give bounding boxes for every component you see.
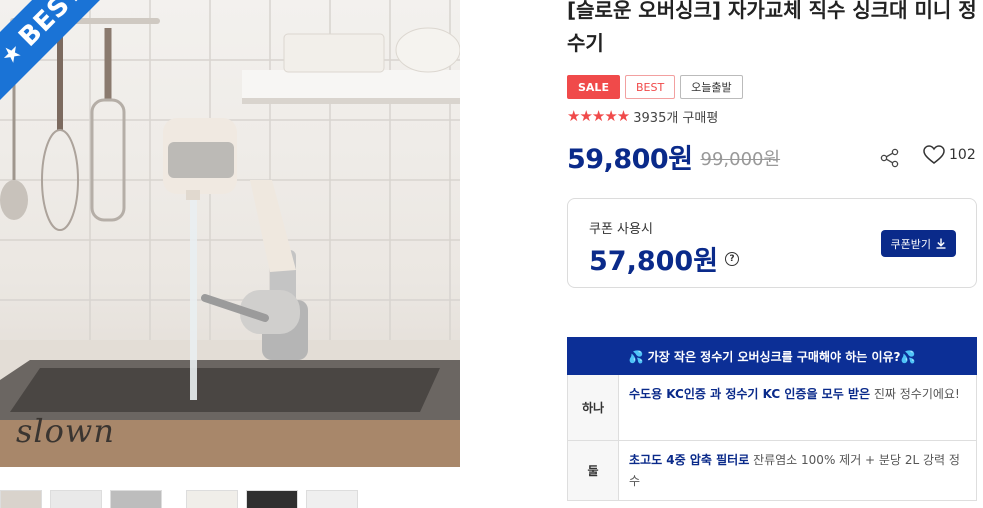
product-info: [슬로운 오버싱크] 자가교체 직수 싱크대 미니 정수기 SALE BEST …: [567, 0, 977, 501]
reason-row: 하나 수도용 KC인증 과 정수기 KC 인증을 모두 받은 진짜 정수기에요!: [567, 375, 977, 441]
reason-text: 수도용 KC인증 과 정수기 KC 인증을 모두 받은 진짜 정수기에요!: [619, 375, 976, 440]
reason-highlight: 수도용 KC인증 과 정수기 KC 인증을 모두 받은: [629, 387, 871, 401]
coupon-price: 57,800원: [589, 246, 719, 277]
coupon-label: 쿠폰 사용시: [589, 222, 653, 237]
thumbnail[interactable]: [186, 490, 238, 508]
download-icon: [936, 238, 946, 249]
thumbnail[interactable]: [0, 490, 42, 508]
sale-price: 59,800원: [567, 143, 693, 175]
same-day-shipping-badge: 오늘출발: [680, 75, 743, 99]
heart-icon: [923, 145, 945, 164]
reason-highlight: 초고도 4중 압축 필터로: [629, 453, 750, 467]
product-image[interactable]: ★ BEST slown: [0, 0, 460, 467]
thumbnail[interactable]: [306, 490, 358, 508]
product-photo-illustration: [0, 0, 460, 467]
thumbnail[interactable]: [246, 490, 298, 508]
reason-text: 초고도 4중 압축 필터로 잔류염소 100% 제거 + 분당 2L 강력 정수: [619, 441, 976, 500]
rating-stars-icon: ★★★★★: [567, 107, 630, 125]
product-title: [슬로운 오버싱크] 자가교체 직수 싱크대 미니 정수기: [567, 0, 977, 55]
help-icon[interactable]: ?: [725, 251, 740, 266]
thumbnail[interactable]: [50, 490, 102, 508]
price-row: 59,800원 99,000원 102: [567, 139, 977, 175]
reasons-header: 💦 가장 작은 정수기 오버싱크를 구매해야 하는 이유?💦: [567, 337, 977, 375]
thumbnail[interactable]: [110, 490, 162, 508]
thumbnail-strip: [0, 490, 358, 508]
coupon-box: 쿠폰 사용시 57,800원 ? 쿠폰받기: [567, 198, 977, 288]
coupon-price-wrap: 57,800원 ?: [589, 239, 740, 278]
brand-watermark: slown: [16, 412, 115, 450]
review-count: 3935개 구매평: [633, 110, 719, 126]
original-price: 99,000원: [700, 148, 781, 170]
reason-rest: 진짜 정수기에요!: [870, 387, 960, 401]
like-button[interactable]: 102: [923, 145, 976, 165]
share-icon[interactable]: [879, 147, 901, 169]
product-detail-page: ★ BEST slown [슬로운 오버싱크] 자가교체 직수 싱크대 미니 정…: [0, 0, 983, 508]
sale-badge: SALE: [567, 75, 620, 99]
get-coupon-label: 쿠폰받기: [890, 238, 931, 251]
reason-row: 둘 초고도 4중 압축 필터로 잔류염소 100% 제거 + 분당 2L 강력 …: [567, 441, 977, 501]
reasons-table: 💦 가장 작은 정수기 오버싱크를 구매해야 하는 이유?💦 하나 수도용 KC…: [567, 337, 977, 501]
like-count: 102: [949, 147, 976, 163]
reason-number: 둘: [568, 441, 619, 500]
rating[interactable]: ★★★★★ 3935개 구매평: [567, 107, 977, 126]
get-coupon-button[interactable]: 쿠폰받기: [880, 230, 956, 257]
best-badge: BEST: [624, 75, 676, 99]
badge-list: SALE BEST 오늘출발: [567, 75, 977, 99]
reason-number: 하나: [568, 375, 619, 440]
